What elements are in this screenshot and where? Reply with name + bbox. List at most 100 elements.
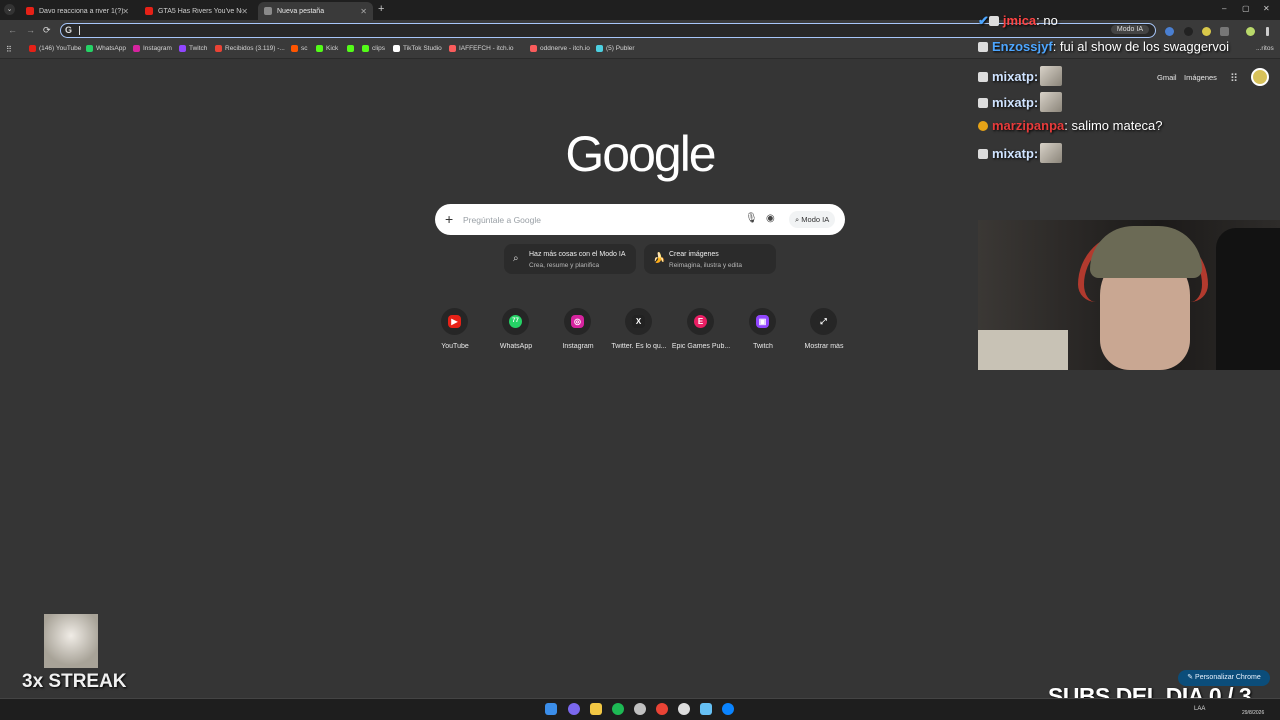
youtube-icon — [29, 45, 36, 52]
gmail-icon — [215, 45, 222, 52]
bookmark-itch-oddnerve[interactable]: oddnerve - itch.io — [530, 45, 590, 52]
youtube-icon: ▶ — [448, 315, 461, 328]
tab-1[interactable]: GTA5 Has Rivers You've Never ✕ — [139, 2, 254, 20]
extension-icon[interactable] — [1165, 27, 1174, 36]
menu-kebab-icon[interactable] — [1266, 27, 1269, 36]
file-explorer-icon[interactable] — [590, 703, 602, 715]
ai-mode-chip[interactable]: ⌕ Haz más cosas con el Modo IA Crea, res… — [504, 244, 636, 274]
microphone-icon[interactable]: 🎙 — [745, 213, 758, 224]
chat-username: mixatp: — [992, 69, 1039, 84]
account-avatar[interactable] — [1251, 68, 1269, 86]
bookmark-favorites[interactable]: ...ritos — [1256, 45, 1274, 52]
tab-title: Nueva pestaña — [277, 7, 325, 15]
bookmark-whatsapp[interactable]: WhatsApp — [86, 45, 126, 52]
tab-0[interactable]: Davo reacciona a river 1(?)-1(0) ✕ — [20, 2, 135, 20]
chip-subtitle: Crea, resume y planifica — [529, 262, 600, 269]
google-lens-icon[interactable]: ◉ — [766, 213, 775, 224]
extensions-puzzle-icon[interactable] — [1220, 27, 1229, 36]
extension-icon[interactable] — [1202, 27, 1211, 36]
kick-icon — [362, 45, 369, 52]
chip-title: Crear imágenes — [669, 251, 719, 258]
chat-message: mixatp: — [978, 143, 1063, 163]
obs-icon[interactable] — [678, 703, 690, 715]
omnibox-ai-mode-button[interactable]: Modo IA — [1110, 25, 1149, 34]
cat-image — [44, 614, 98, 668]
sub-badge-icon — [978, 98, 988, 108]
create-images-chip[interactable]: 🍌 Crear imágenes Reimagina, ilustra y ed… — [644, 244, 776, 274]
sub-badge-icon — [978, 72, 988, 82]
minimize-icon[interactable]: – — [1222, 4, 1226, 13]
shortcut-label: Mostrar más — [804, 343, 844, 350]
soundcloud-icon — [291, 45, 298, 52]
tab-title: GTA5 Has Rivers You've Never — [158, 7, 242, 15]
maximize-icon[interactable]: ▢ — [1242, 4, 1250, 13]
chip-title: Haz más cosas con el Modo IA — [529, 251, 626, 258]
bookmark-itch-iaffefch[interactable]: IAFFEFCH - itch.io — [449, 45, 514, 52]
itchio-icon — [449, 45, 456, 52]
close-tab-icon[interactable]: ✕ — [241, 7, 248, 16]
chrome-icon[interactable] — [656, 703, 668, 715]
reload-icon[interactable]: ⟳ — [43, 25, 51, 36]
discord-icon[interactable] — [568, 703, 580, 715]
expand-icon: ⤢ — [817, 315, 830, 328]
bookmark-kick[interactable]: Kick — [316, 45, 338, 52]
bookmark-instagram[interactable]: Instagram — [133, 45, 172, 52]
bookmark-tiktok-studio[interactable]: TikTok Studio — [393, 45, 442, 52]
clock-date[interactable]: 29/8/2026 — [1242, 710, 1264, 716]
instagram-icon — [133, 45, 140, 52]
bookmark-clips[interactable] — [347, 45, 357, 52]
google-g-icon: G — [65, 25, 73, 35]
ai-mode-button[interactable]: ⌕ Modo IA — [789, 211, 836, 228]
google-apps-icon[interactable]: ⠿ — [1230, 72, 1238, 85]
cat-emote-icon — [1040, 143, 1063, 163]
chat-text: : salimo mateca? — [1064, 118, 1163, 133]
search-box[interactable]: + Pregúntale a Google 🎙 ◉ ⌕ Modo IA — [435, 204, 845, 235]
shortcut-label: Epic Games Pub... — [671, 343, 731, 350]
add-attachment-icon[interactable]: + — [445, 211, 453, 227]
app-icon[interactable] — [634, 703, 646, 715]
gmail-link[interactable]: Gmail — [1157, 73, 1177, 82]
search-spark-icon: ⌕ — [513, 253, 519, 264]
chat-message: mixatp: — [978, 92, 1063, 112]
app-icon[interactable] — [722, 703, 734, 715]
tiktok-icon — [393, 45, 400, 52]
whatsapp-icon — [86, 45, 93, 52]
bookmark-publer[interactable]: (5) Publer — [596, 45, 635, 52]
x-twitter-icon: X — [632, 315, 645, 328]
bookmark-youtube[interactable]: (146) YouTube — [29, 45, 81, 52]
start-icon[interactable] — [545, 703, 557, 715]
bookmark-gmail[interactable]: Recibidos (3.119) -... — [215, 45, 285, 52]
close-tab-icon[interactable]: ✕ — [122, 7, 129, 16]
chat-username: Enzossjyf — [992, 39, 1053, 54]
new-tab-button[interactable]: + — [378, 3, 384, 15]
search-input[interactable]: Pregúntale a Google — [463, 215, 541, 225]
tab-search-icon[interactable]: ⌄ — [4, 4, 15, 15]
streak-label: 3x STREAK — [22, 671, 127, 692]
extension-icon[interactable] — [1184, 27, 1193, 36]
bookmark-sc[interactable]: sc — [291, 45, 308, 52]
close-tab-icon[interactable]: ✕ — [360, 7, 367, 16]
back-icon[interactable]: ← — [8, 25, 17, 35]
tab-2[interactable]: Nueva pestaña ✕ — [258, 2, 373, 20]
publer-icon — [596, 45, 603, 52]
banana-icon: 🍌 — [653, 253, 666, 264]
chat-username: marzipanpa — [992, 118, 1065, 133]
tab-title: Davo reacciona a river 1(?)-1(0) — [39, 7, 123, 15]
sub-badge-icon — [978, 42, 988, 52]
bookmark-clips[interactable]: clips — [362, 45, 385, 52]
language-indicator[interactable]: LAA — [1194, 706, 1205, 712]
forward-icon[interactable]: → — [26, 25, 35, 35]
apps-grid-icon[interactable]: ⠿ — [6, 45, 12, 54]
steam-icon[interactable] — [700, 703, 712, 715]
profile-avatar[interactable] — [1246, 27, 1255, 36]
chat-username: mixatp: — [992, 146, 1039, 161]
whatsapp-icon: 77 — [509, 315, 522, 328]
epic-games-icon: E — [694, 315, 707, 328]
tab-strip: ⌄ Davo reacciona a river 1(?)-1(0) ✕ GTA… — [0, 0, 1280, 20]
close-window-icon[interactable]: ✕ — [1263, 4, 1270, 13]
chat-message: mixatp: — [978, 66, 1063, 86]
instagram-icon: ◎ — [571, 315, 584, 328]
bookmark-twitch[interactable]: Twitch — [179, 45, 207, 52]
spotify-icon[interactable] — [612, 703, 624, 715]
images-link[interactable]: Imágenes — [1184, 73, 1217, 82]
